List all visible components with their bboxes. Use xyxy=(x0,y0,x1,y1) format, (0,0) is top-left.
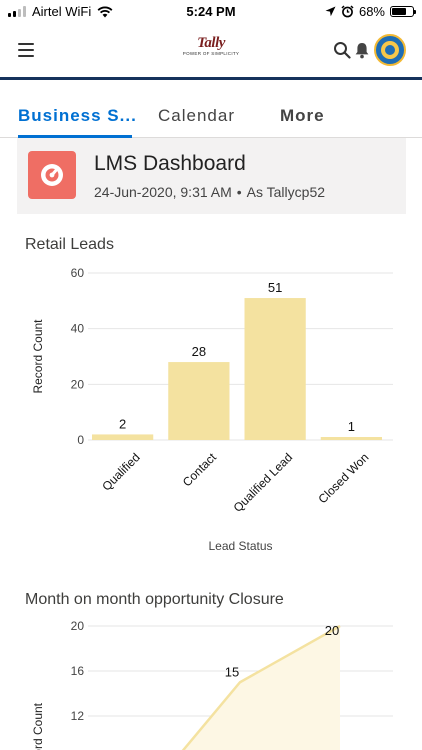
bar xyxy=(244,298,306,440)
bar xyxy=(168,362,230,440)
subtitle-separator: • xyxy=(236,184,242,200)
alarm-clock-icon xyxy=(341,5,354,18)
data-label: 1 xyxy=(348,419,355,434)
battery-icon xyxy=(390,6,416,17)
dashboard-subtitle: 24-Jun-2020, 9:31 AM • As Tallycp52 xyxy=(94,184,325,200)
location-arrow-icon xyxy=(325,6,336,17)
dashboard-date: 24-Jun-2020, 9:31 AM xyxy=(94,184,232,200)
retail-leads-chart: 0 20 40 60 2 Qualified 28 Contact 51 Qualified Le… xyxy=(31,266,393,553)
brand-name: Tally xyxy=(197,35,225,51)
battery-percent: 68% xyxy=(358,4,385,19)
bar xyxy=(92,434,154,440)
tab-more[interactable]: More xyxy=(280,106,325,126)
bar xyxy=(320,437,382,440)
month-closure-title: Month on month opportunity Closure xyxy=(25,591,284,608)
y-tick-label: 0 xyxy=(77,433,84,447)
tab-business[interactable]: Business S... xyxy=(18,106,137,126)
y-tick-label: 40 xyxy=(71,322,85,336)
search-icon[interactable] xyxy=(333,41,351,59)
tab-calendar[interactable]: Calendar xyxy=(158,106,235,126)
status-bar: Airtel WiFi 5:24 PM 68% xyxy=(0,0,422,24)
y-tick-label: 20 xyxy=(71,619,85,633)
month-closure-chart: 12 16 20 15 20 Record Count xyxy=(31,619,393,750)
data-label: 15 xyxy=(225,664,239,679)
gauge-icon xyxy=(41,164,63,186)
y-tick-label: 12 xyxy=(71,709,85,723)
brand-logo: Tally POWER OF SIMPLICITY xyxy=(176,35,246,57)
data-label: 2 xyxy=(119,416,126,431)
x-tick-label: Qualified Lead xyxy=(231,450,296,515)
dashboard-owner: As Tallycp52 xyxy=(246,184,326,200)
retail-leads-title: Retail Leads xyxy=(25,236,114,253)
app-header: Tally POWER OF SIMPLICITY xyxy=(0,24,422,78)
tab-bar: Business S... Calendar More xyxy=(0,80,422,138)
brand-tagline: POWER OF SIMPLICITY xyxy=(182,51,240,56)
dashboard-icon-tile xyxy=(28,151,76,199)
y-axis-label: Record Count xyxy=(31,319,45,394)
hamburger-icon[interactable] xyxy=(18,43,34,57)
dashboard-title: LMS Dashboard xyxy=(94,152,246,175)
x-tick-label: Contact xyxy=(180,450,220,490)
status-right: 68% xyxy=(325,4,416,19)
y-axis-label: Record Count xyxy=(31,702,45,750)
y-tick-label: 16 xyxy=(71,664,85,678)
data-label: 28 xyxy=(192,344,206,359)
dashboard-header-card: LMS Dashboard 24-Jun-2020, 9:31 AM • As Ta… xyxy=(17,138,406,214)
y-tick-label: 60 xyxy=(71,266,85,280)
x-tick-label: Qualified xyxy=(99,450,142,493)
bell-icon[interactable] xyxy=(354,41,370,59)
battery-level xyxy=(392,8,406,15)
data-label: 20 xyxy=(325,623,339,638)
y-tick-label: 20 xyxy=(71,377,85,391)
avatar[interactable] xyxy=(374,34,406,66)
x-axis-label: Lead Status xyxy=(208,539,272,553)
data-label: 51 xyxy=(268,280,282,295)
x-tick-label: Closed Won xyxy=(316,450,372,506)
